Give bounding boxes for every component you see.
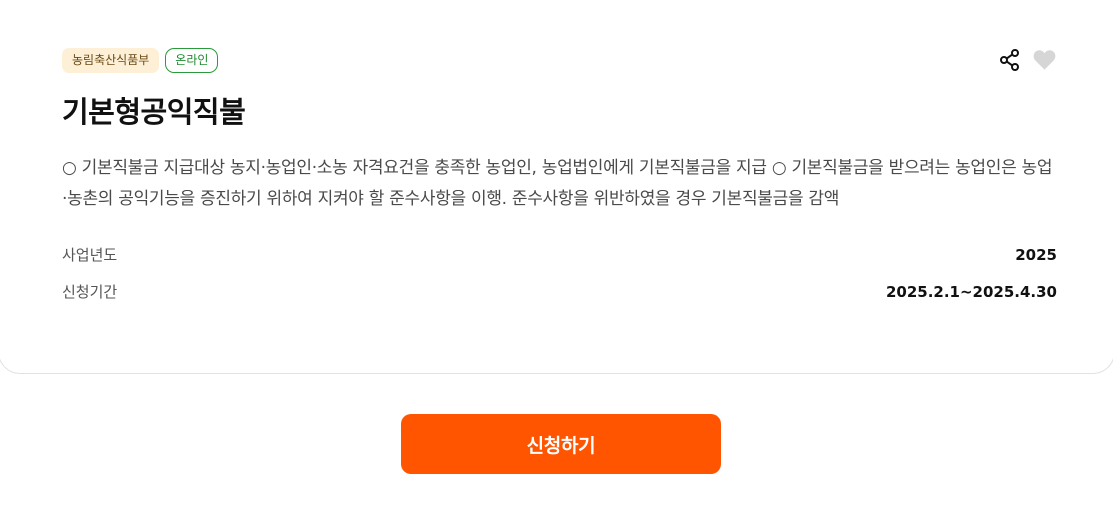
year-label: 사업년도 (62, 246, 118, 264)
share-icon[interactable] (998, 48, 1021, 72)
period-label: 신청기간 (62, 283, 118, 301)
period-value: 2025.2.1~2025.4.30 (885, 282, 1057, 301)
program-title: 기본형공익직불 (62, 95, 246, 129)
info-row-year: 사업년도 2025 (62, 244, 1057, 265)
online-tag: 온라인 (165, 48, 219, 73)
card-actions (998, 48, 1056, 72)
apply-button[interactable]: 신청하기 (401, 414, 721, 474)
year-value: 2025 (1015, 245, 1057, 264)
program-description: ○ 기본직불금 지급대상 농지·농업인·소농 자격요건을 충족한 농업인, 농업… (62, 158, 1053, 209)
info-row-period: 신청기간 2025.2.1~2025.4.30 (62, 281, 1057, 302)
tag-list: 농림축산식품부 온라인 (62, 48, 219, 73)
heart-icon[interactable] (1033, 48, 1056, 72)
ministry-tag: 농림축산식품부 (62, 48, 160, 73)
program-card: 농림축산식품부 온라인 기본형공익직불 ○ 기본직불금 지급대상 농지·농업인·… (0, 0, 1113, 374)
